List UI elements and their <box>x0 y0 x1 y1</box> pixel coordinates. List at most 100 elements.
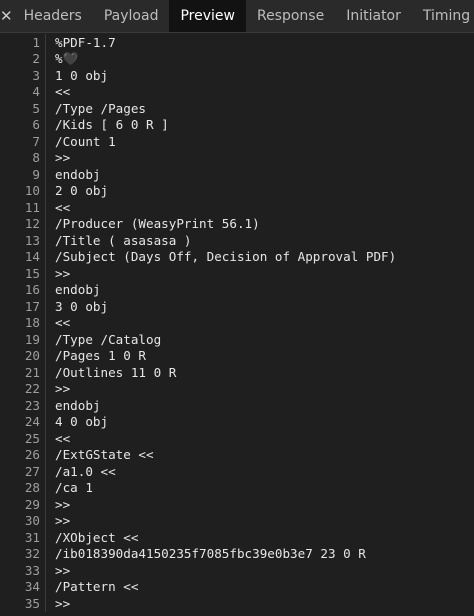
code-line: 30 >> <box>0 512 474 529</box>
code-text: << <box>55 84 71 100</box>
code-line: 6/Kids [ 6 0 R ] <box>0 116 474 133</box>
code-line: 2 %🖤 <box>0 50 474 67</box>
code-line: 27/a1.0 << <box>0 463 474 480</box>
gutter-divider <box>45 347 46 364</box>
code-line: 22 >> <box>0 380 474 397</box>
code-line: 1 %PDF-1.7 <box>0 34 474 51</box>
gutter-divider <box>45 364 46 381</box>
code-line: 35 >> <box>0 595 474 612</box>
code-line: 17 3 0 obj <box>0 298 474 315</box>
line-number: 28 <box>24 480 40 496</box>
line-number: 4 <box>32 84 40 100</box>
code-text: 2 0 obj <box>55 183 109 199</box>
code-line: 20/Pages 1 0 R <box>0 347 474 364</box>
line-number: 6 <box>32 117 40 133</box>
code-text: /Pattern << <box>55 579 139 595</box>
line-number: 35 <box>24 595 40 611</box>
code-text: 1 0 obj <box>55 67 109 83</box>
line-number: 34 <box>24 579 40 595</box>
code-line: 31/XObject << <box>0 529 474 546</box>
code-text: /Outlines 11 0 R <box>55 364 177 380</box>
code-line: 28/ca 1 <box>0 479 474 496</box>
code-line: 33 >> <box>0 562 474 579</box>
network-detail-tabbar: ✕ Headers Payload Preview Response Initi… <box>0 0 474 33</box>
code-line: 8 >> <box>0 149 474 166</box>
code-text: %PDF-1.7 <box>55 34 116 50</box>
code-line: 5/Type /Pages <box>0 100 474 117</box>
tab-preview[interactable]: Preview <box>169 0 246 32</box>
code-text: %🖤 <box>55 50 79 66</box>
tab-response[interactable]: Response <box>246 0 335 32</box>
code-text: /Count 1 <box>55 133 116 149</box>
gutter-divider <box>45 298 46 315</box>
line-number: 20 <box>24 348 40 364</box>
code-text: /Producer (WeasyPrint 56.1) <box>55 216 260 232</box>
close-icon[interactable]: ✕ <box>0 0 13 32</box>
line-number: 32 <box>24 546 40 562</box>
gutter-divider <box>45 446 46 463</box>
line-number: 17 <box>24 298 40 314</box>
line-number: 19 <box>24 331 40 347</box>
gutter-divider <box>45 496 46 513</box>
code-text: 3 0 obj <box>55 298 109 314</box>
tab-initiator[interactable]: Initiator <box>335 0 412 32</box>
code-line: 23 endobj <box>0 397 474 414</box>
gutter-divider <box>45 430 46 447</box>
code-line: 32/ib018390da4150235f7085fbc39e0b3e7 23 … <box>0 545 474 562</box>
code-text: << <box>55 430 71 446</box>
code-line: 13/Title ( asasasa ) <box>0 232 474 249</box>
tab-timing[interactable]: Timing <box>412 0 474 32</box>
code-line: 9 endobj <box>0 166 474 183</box>
code-text: endobj <box>55 397 101 413</box>
gutter-divider <box>45 149 46 166</box>
gutter-divider <box>45 34 46 51</box>
gutter-divider <box>45 265 46 282</box>
gutter-divider <box>45 397 46 414</box>
line-number: 21 <box>24 364 40 380</box>
line-number: 8 <box>32 150 40 166</box>
gutter-divider <box>45 314 46 331</box>
code-line: 25 << <box>0 430 474 447</box>
tab-headers[interactable]: Headers <box>13 0 93 32</box>
code-text: >> <box>55 381 71 397</box>
code-text: << <box>55 315 71 331</box>
code-text: 4 0 obj <box>55 414 109 430</box>
line-number: 31 <box>24 529 40 545</box>
gutter-divider <box>45 50 46 67</box>
code-text: /ExtGState << <box>55 447 154 463</box>
line-number: 23 <box>24 397 40 413</box>
preview-code-view[interactable]: 1 %PDF-1.7 2 %🖤 3 1 0 obj 4 << 5/Type /Pages 6/Ki… <box>0 34 474 616</box>
gutter-divider <box>45 232 46 249</box>
line-number: 5 <box>32 100 40 116</box>
line-number: 26 <box>24 447 40 463</box>
gutter-divider <box>45 331 46 348</box>
code-line: 16 endobj <box>0 281 474 298</box>
code-line: 24 4 0 obj <box>0 413 474 430</box>
line-number: 29 <box>24 496 40 512</box>
gutter-divider <box>45 380 46 397</box>
gutter-divider <box>45 133 46 150</box>
gutter-divider <box>45 83 46 100</box>
code-text: /XObject << <box>55 529 139 545</box>
code-line: 26/ExtGState << <box>0 446 474 463</box>
line-number: 13 <box>24 232 40 248</box>
code-text: endobj <box>55 166 101 182</box>
gutter-divider <box>45 100 46 117</box>
tab-payload[interactable]: Payload <box>93 0 170 32</box>
line-number: 15 <box>24 265 40 281</box>
line-number: 27 <box>24 463 40 479</box>
code-text: /ib018390da4150235f7085fbc39e0b3e7 23 0 … <box>55 546 366 562</box>
code-text: /Pages 1 0 R <box>55 348 146 364</box>
code-line: 34/Pattern << <box>0 578 474 595</box>
code-line: 14/Subject (Days Off, Decision of Approv… <box>0 248 474 265</box>
code-text: /ca 1 <box>55 480 93 496</box>
code-text: >> <box>55 562 71 578</box>
code-text: >> <box>55 496 71 512</box>
code-line: 3 1 0 obj <box>0 67 474 84</box>
line-number: 25 <box>24 430 40 446</box>
code-line: 11 << <box>0 199 474 216</box>
code-line: 7/Count 1 <box>0 133 474 150</box>
line-number: 1 <box>32 34 40 50</box>
code-text: /Kids [ 6 0 R ] <box>55 117 169 133</box>
code-text: >> <box>55 513 71 529</box>
